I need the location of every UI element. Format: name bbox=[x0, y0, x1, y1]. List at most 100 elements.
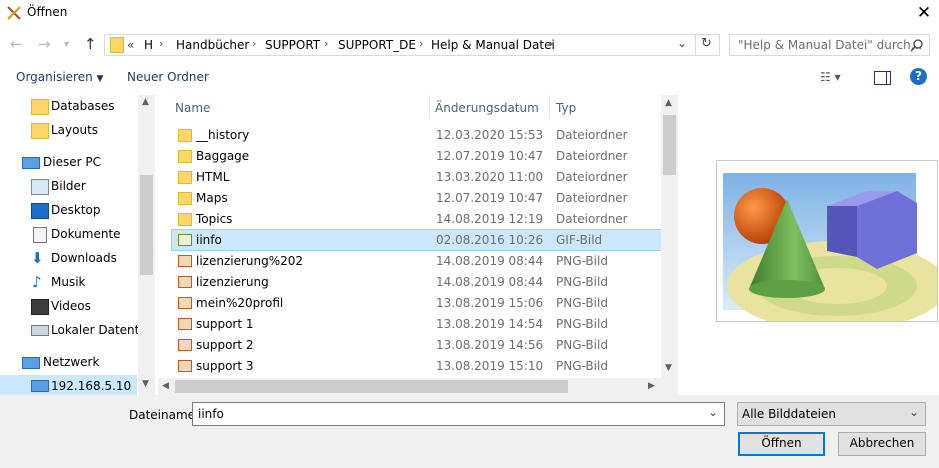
file-row[interactable]: iinfo 02.08.2016 10:26 GIF-Bild bbox=[171, 229, 663, 251]
desktop-icon bbox=[31, 203, 49, 219]
file-list-vscrollbar[interactable]: ▲ ▼ bbox=[661, 95, 678, 378]
file-row[interactable]: HTML 13.03.2020 11:00 Dateiordner bbox=[172, 167, 662, 187]
chevron-right-icon[interactable]: › bbox=[549, 37, 553, 50]
file-date: 12.07.2019 10:47 bbox=[436, 149, 544, 163]
nav-item-label: Lokaler Datenträ bbox=[51, 323, 152, 337]
toolbar: Organisieren ▼ Neuer Ordner ☷ ▾ ? bbox=[0, 66, 939, 90]
nav-item-databases[interactable]: Databases bbox=[0, 95, 137, 119]
search-input[interactable]: "Help & Manual Datei" durch... bbox=[738, 38, 922, 52]
cancel-button[interactable]: Abbrechen bbox=[838, 432, 926, 456]
organize-button[interactable]: Organisieren ▼ bbox=[16, 70, 103, 84]
scroll-right-icon[interactable]: ▶ bbox=[648, 381, 655, 391]
column-header-type[interactable]: Typ bbox=[556, 101, 576, 115]
column-header-name[interactable]: Name bbox=[175, 101, 210, 115]
nav-item-documents[interactable]: Dokumente bbox=[0, 223, 137, 247]
breadcrumb-overflow[interactable]: « bbox=[127, 38, 134, 52]
gif-file-icon bbox=[178, 234, 192, 246]
new-folder-button[interactable]: Neuer Ordner bbox=[127, 70, 209, 84]
refresh-icon[interactable]: ↻ bbox=[701, 36, 712, 51]
file-type: PNG-Bild bbox=[556, 296, 608, 310]
up-icon[interactable]: ↑ bbox=[84, 35, 97, 53]
nav-item-label: Databases bbox=[51, 99, 115, 113]
file-list-hscrollbar[interactable]: ◀ ▶ bbox=[158, 378, 678, 395]
nav-item-this-pc[interactable]: Dieser PC bbox=[0, 151, 137, 175]
breadcrumb-item[interactable]: Handbücher bbox=[176, 38, 249, 52]
scroll-down-icon[interactable]: ▼ bbox=[665, 363, 672, 373]
file-row[interactable]: mein%20profil 13.08.2019 15:06 PNG-Bild bbox=[172, 293, 662, 313]
nav-item-layouts[interactable]: Layouts bbox=[0, 119, 137, 143]
png-file-icon bbox=[178, 360, 192, 372]
nav-item-local-drive[interactable]: Lokaler Datenträ bbox=[0, 319, 152, 343]
chevron-right-icon[interactable]: › bbox=[252, 37, 256, 50]
nav-item-music[interactable]: ♪ Musik bbox=[0, 271, 137, 295]
nav-item-label: Dokumente bbox=[51, 227, 121, 241]
back-icon[interactable]: ← bbox=[10, 35, 23, 53]
breadcrumb-item[interactable]: Help & Manual Datei bbox=[431, 38, 555, 52]
column-header-date[interactable]: Änderungsdatum bbox=[435, 101, 539, 115]
nav-scroll-thumb[interactable] bbox=[140, 175, 153, 275]
chevron-down-icon[interactable]: ⌄ bbox=[708, 405, 718, 419]
file-list-scroll-thumb[interactable] bbox=[663, 115, 676, 175]
filetype-select[interactable]: Alle Bilddateien ⌄ bbox=[737, 402, 926, 426]
file-date: 14.08.2019 12:19 bbox=[436, 212, 544, 226]
file-list-hscroll-thumb[interactable] bbox=[175, 380, 568, 393]
folder-icon bbox=[178, 171, 192, 184]
file-row[interactable]: lizenzierung 14.08.2019 08:44 PNG-Bild bbox=[172, 272, 662, 292]
chevron-right-icon[interactable]: › bbox=[419, 37, 423, 50]
file-name: mein%20profil bbox=[196, 296, 284, 310]
file-type: Dateiordner bbox=[556, 149, 628, 163]
nav-item-network[interactable]: Netzwerk bbox=[0, 351, 137, 375]
nav-scrollbar[interactable]: ▲ ▼ bbox=[138, 95, 155, 395]
png-file-icon bbox=[178, 339, 192, 351]
file-date: 14.08.2019 08:44 bbox=[436, 254, 544, 268]
folder-icon bbox=[178, 213, 192, 226]
chevron-right-icon[interactable]: › bbox=[159, 37, 163, 50]
column-divider[interactable] bbox=[429, 95, 430, 119]
file-type: Dateiordner bbox=[556, 128, 628, 142]
file-row[interactable]: support 2 13.08.2019 14:56 PNG-Bild bbox=[172, 335, 662, 355]
nav-item-label: Dieser PC bbox=[43, 155, 101, 169]
search-icon[interactable] bbox=[910, 38, 924, 52]
file-date: 12.03.2020 15:53 bbox=[436, 128, 544, 142]
file-row[interactable]: Baggage 12.07.2019 10:47 Dateiordner bbox=[172, 146, 662, 166]
breadcrumb-item[interactable]: H bbox=[144, 38, 153, 52]
nav-item-network-host[interactable]: 192.168.5.10 bbox=[0, 375, 137, 395]
close-button[interactable]: ✕ bbox=[913, 2, 935, 24]
window-title: Öffnen bbox=[27, 5, 68, 19]
nav-item-desktop[interactable]: Desktop bbox=[0, 199, 137, 223]
file-row[interactable]: Maps 12.07.2019 10:47 Dateiordner bbox=[172, 188, 662, 208]
view-options-icon[interactable]: ☷ ▾ bbox=[820, 70, 841, 84]
file-row[interactable]: lizenzierung%202 14.08.2019 08:44 PNG-Bild bbox=[172, 251, 662, 271]
filename-field[interactable]: iinfo ⌄ bbox=[192, 402, 725, 426]
file-row[interactable]: Topics 14.08.2019 12:19 Dateiordner bbox=[172, 209, 662, 229]
nav-item-downloads[interactable]: ⬇ Downloads bbox=[0, 247, 137, 271]
file-row[interactable]: support 1 13.08.2019 14:54 PNG-Bild bbox=[172, 314, 662, 334]
filetype-value: Alle Bilddateien bbox=[742, 407, 836, 421]
chevron-right-icon[interactable]: › bbox=[324, 37, 328, 50]
file-row[interactable]: __history 12.03.2020 15:53 Dateiordner bbox=[172, 125, 662, 145]
scroll-left-icon[interactable]: ◀ bbox=[162, 381, 169, 391]
breadcrumb-item[interactable]: SUPPORT_DE bbox=[338, 38, 416, 52]
preview-pane-icon[interactable] bbox=[874, 71, 891, 85]
breadcrumb-item[interactable]: SUPPORT bbox=[265, 38, 320, 52]
scroll-up-icon[interactable]: ▲ bbox=[665, 98, 672, 108]
file-name: Topics bbox=[196, 212, 233, 226]
nav-item-pictures[interactable]: Bilder bbox=[0, 175, 137, 199]
file-row[interactable]: support 3 13.08.2019 15:10 PNG-Bild bbox=[172, 356, 662, 376]
search-box[interactable]: "Help & Manual Datei" durch... bbox=[729, 34, 930, 56]
drive-icon bbox=[31, 325, 49, 336]
help-icon[interactable]: ? bbox=[910, 68, 927, 85]
address-bar[interactable]: « H › Handbücher › SUPPORT › SUPPORT_DE … bbox=[104, 34, 720, 56]
close-icon: ✕ bbox=[916, 3, 932, 23]
scroll-up-icon[interactable]: ▲ bbox=[142, 97, 149, 107]
nav-item-videos[interactable]: Videos bbox=[0, 295, 137, 319]
file-date: 13.08.2019 14:56 bbox=[436, 338, 544, 352]
filename-input[interactable]: iinfo bbox=[198, 407, 224, 421]
address-dropdown-icon[interactable]: ⌄ bbox=[677, 36, 687, 50]
recent-dropdown-icon[interactable]: ▾ bbox=[64, 39, 69, 50]
column-divider[interactable] bbox=[549, 95, 550, 119]
scroll-down-icon[interactable]: ▼ bbox=[142, 379, 149, 389]
open-button[interactable]: Öffnen bbox=[738, 432, 825, 456]
preview-pane bbox=[716, 160, 939, 331]
forward-icon[interactable]: → bbox=[38, 35, 51, 53]
